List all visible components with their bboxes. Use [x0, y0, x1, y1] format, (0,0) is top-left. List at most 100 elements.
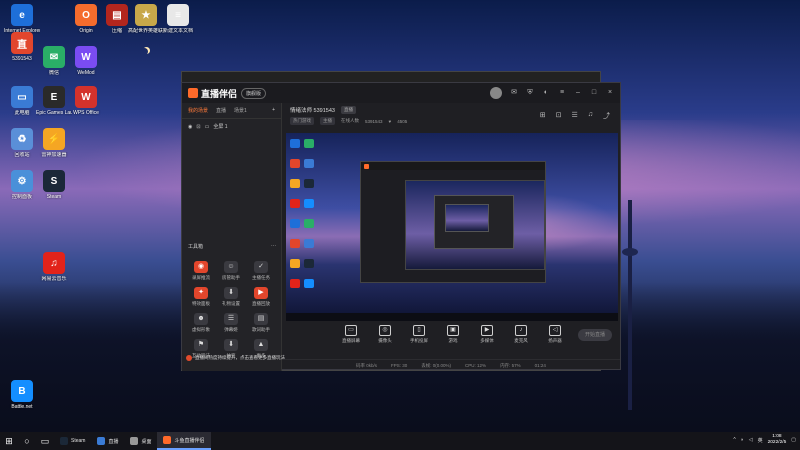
- tool-item[interactable]: ☰ 弹幕姬: [216, 313, 246, 333]
- preview-icon: [304, 179, 314, 188]
- search-icon[interactable]: ○: [18, 432, 36, 450]
- control-panel-icon: ⚙: [11, 170, 33, 192]
- desktop-icon[interactable]: W WeMod: [68, 46, 104, 76]
- task-view-icon[interactable]: ▭: [36, 432, 54, 450]
- share-icon[interactable]: ⤴: [603, 111, 610, 121]
- notice-icon: [186, 355, 192, 361]
- taskbar-app[interactable]: 斗鱼直播伴侣: [157, 432, 211, 450]
- lock-icon[interactable]: ⊡: [196, 124, 200, 130]
- preview-icon: [304, 139, 314, 148]
- tool-item[interactable]: ☺ 房管助手: [216, 261, 246, 281]
- desktop-icon[interactable]: e Internet Explorer: [4, 4, 40, 34]
- taskbar-app[interactable]: 直播: [91, 432, 124, 450]
- preview-icon: [290, 179, 300, 188]
- desktop-icon-label: WeMod: [77, 70, 95, 76]
- desktop-icon[interactable]: ⚡ 雷神加速器: [36, 128, 72, 158]
- user-avatar[interactable]: [490, 87, 502, 99]
- ime-indicator[interactable]: 英: [758, 437, 763, 444]
- preview-icon: [290, 239, 300, 248]
- wechat-icon: ✉: [43, 46, 65, 68]
- computer-icon: ▭: [11, 86, 33, 108]
- menu-icon[interactable]: ≡: [558, 89, 566, 97]
- desktop-icon[interactable]: ⚙ 控制面板: [4, 170, 40, 200]
- taskbar-app[interactable]: Steam: [54, 432, 91, 450]
- desktop-icon-label: 雷神加速器: [41, 152, 67, 158]
- room-category[interactable]: 热门游戏: [290, 117, 314, 125]
- tool-item[interactable]: ✦ 特效面板: [186, 287, 216, 307]
- tool-item[interactable]: ▤ 歌词助手: [246, 313, 276, 333]
- add-scene-button[interactable]: +: [272, 107, 275, 114]
- desktop-icon-label: 微信: [48, 70, 59, 76]
- preview-taskbar: [286, 313, 618, 321]
- source-control-label: 多媒体: [480, 338, 494, 343]
- taskbar-app-label: 斗鱼直播伴侣: [174, 437, 205, 444]
- minimize-icon[interactable]: –: [574, 89, 582, 97]
- room-tag[interactable]: 直播: [340, 106, 356, 114]
- gift-icon[interactable]: ⊞: [540, 111, 546, 121]
- windows-start-icon[interactable]: ⊞: [0, 432, 18, 450]
- tray-chevron-icon[interactable]: ^: [733, 437, 735, 443]
- desktop-icon[interactable]: ▭ 此电脑: [4, 86, 40, 116]
- live-streaming-app-window[interactable]: 直播伴侣 旗舰版 ✉ ⛨ ◐ ≡ – □ × 我的场景 直播 场景1 + ◉ ⊡…: [181, 82, 621, 371]
- preview-nested-titlebar: [361, 162, 545, 170]
- lock-icon[interactable]: ⊡: [556, 111, 562, 121]
- preview-icon: [290, 219, 300, 228]
- tool-item[interactable]: ◉ 录屏推流: [186, 261, 216, 281]
- tool-item[interactable]: ▶ 直播回放: [246, 287, 276, 307]
- scene-item-label: 全屏 1: [213, 124, 228, 130]
- taskbar-app[interactable]: 桌面: [124, 432, 157, 450]
- source-control[interactable]: ◎ 摄像头: [374, 325, 396, 344]
- room-info: 情绪法师 5391543 直播: [290, 106, 356, 114]
- desktop-icon[interactable]: 直 5391543: [4, 32, 40, 62]
- source-control[interactable]: ▶ 多媒体: [476, 325, 498, 344]
- close-icon[interactable]: ×: [606, 89, 614, 97]
- desktop-icon[interactable]: E Epic Games Launcher: [36, 86, 72, 116]
- preview-nested-screen-2: [445, 204, 489, 232]
- wemod-icon: W: [75, 46, 97, 68]
- status-item: 01:24: [534, 363, 546, 368]
- source-control[interactable]: ♪ 麦克风: [510, 325, 532, 344]
- desktop-icon[interactable]: ★ 高配世界英雄联盟: [128, 4, 164, 34]
- tool-item[interactable]: ⬇ 礼物设置: [216, 287, 246, 307]
- desktop-icon-label: WPS Office: [73, 110, 99, 116]
- desktop-icon[interactable]: ≡ 新建文本文档: [160, 4, 196, 34]
- start-live-button[interactable]: 开始直播: [578, 329, 612, 341]
- status-bar: 码率 0kb/s FPS: 30 丢帧: 0(0.00%) CPU: 12% 内存: 5…: [282, 359, 620, 371]
- room-name: 情绪法师 5391543: [290, 108, 335, 114]
- notification-icon[interactable]: ▢: [791, 437, 796, 443]
- source-control[interactable]: ▯ 手机投屏: [408, 325, 430, 344]
- version-pill[interactable]: 旗舰版: [241, 87, 267, 99]
- bell-icon[interactable]: ♫: [588, 111, 593, 121]
- tool-icon: ▲: [254, 339, 268, 351]
- desktop-icon[interactable]: ♫ 网易云音乐: [36, 252, 72, 282]
- skin-icon[interactable]: ◐: [542, 89, 550, 97]
- clock[interactable]: 1:08 2022/2/5: [768, 434, 787, 446]
- room-meta: 热门游戏 主播 在线人数 5391543 ♥ 4505: [290, 117, 407, 125]
- tab-scene-1[interactable]: 场景1: [234, 107, 247, 114]
- desktop-icon[interactable]: W WPS Office: [68, 86, 104, 116]
- chat-icon[interactable]: ☰: [571, 111, 577, 121]
- room-sub[interactable]: 主播: [320, 117, 335, 125]
- desktop-icon-label: Battle.net: [11, 404, 33, 410]
- fans-count: 4505: [397, 118, 408, 124]
- scene-item[interactable]: ◉ ⊡ ▭ 全屏 1: [182, 119, 281, 134]
- desktop-icon[interactable]: B Battle.net: [4, 380, 40, 410]
- source-control[interactable]: ▭ 直播屏幕: [340, 325, 362, 344]
- network-icon[interactable]: ◗: [741, 437, 744, 443]
- volume-icon[interactable]: ◁: [749, 437, 753, 443]
- tab-live[interactable]: 直播: [216, 107, 226, 114]
- tool-item[interactable]: ✓ 主播任务: [246, 261, 276, 281]
- tool-item[interactable]: ☻ 虚拟形象: [186, 313, 216, 333]
- desktop-icon[interactable]: S Steam: [36, 170, 72, 200]
- desktop-icon[interactable]: ✉ 微信: [36, 46, 72, 76]
- toolbox-more-button[interactable]: ···: [271, 243, 276, 250]
- eye-icon[interactable]: ◉: [188, 124, 192, 130]
- source-control[interactable]: ◁ 扬声器: [544, 325, 566, 344]
- mail-icon[interactable]: ✉: [510, 89, 518, 97]
- stream-preview[interactable]: [286, 133, 618, 321]
- desktop-icon[interactable]: ♻ 回收站: [4, 128, 40, 158]
- tab-my-scenes[interactable]: 我的场景: [188, 107, 208, 114]
- source-control[interactable]: ▣ 游戏: [442, 325, 464, 344]
- shield-icon[interactable]: ⛨: [526, 89, 534, 97]
- maximize-icon[interactable]: □: [590, 89, 598, 97]
